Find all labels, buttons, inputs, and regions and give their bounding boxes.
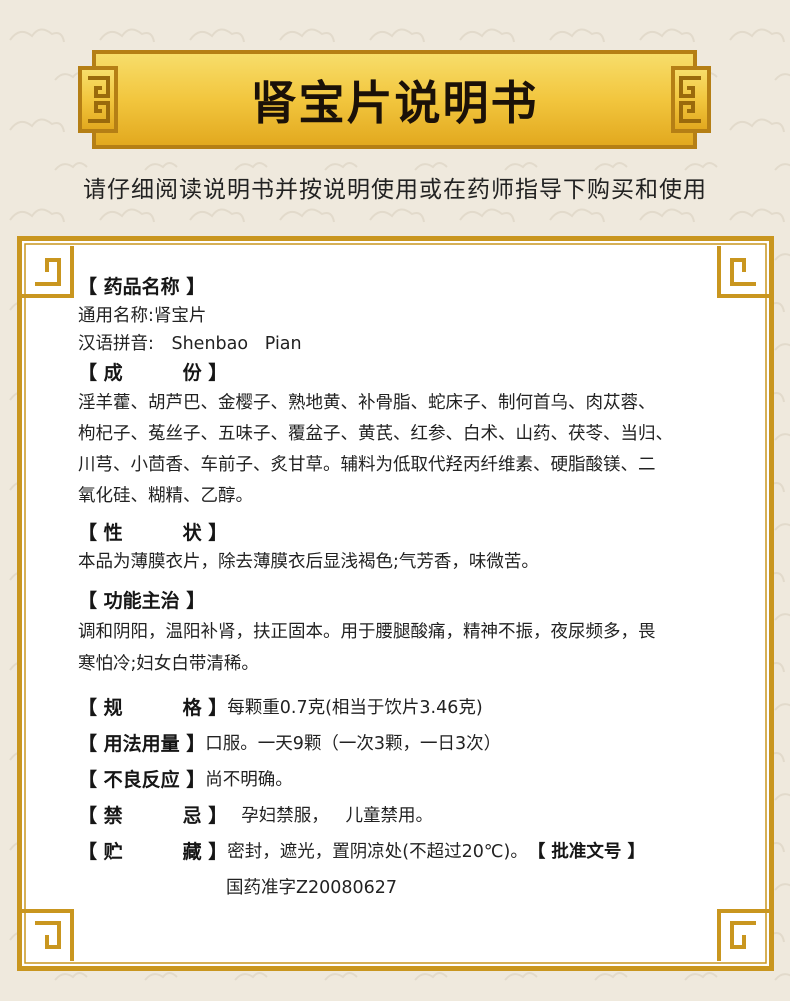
heading-char: 禁	[103, 805, 150, 827]
section-drug-name: 【 药品名称 】 通用名称:肾宝片 汉语拼音: Shenbao Pian	[78, 272, 758, 358]
heading-drug-name: 【 药品名称 】	[78, 276, 206, 298]
heading-char: 忌	[182, 805, 202, 827]
heading-contraindications: 【 禁 忌 】	[78, 801, 227, 831]
heading-indications: 【 功能主治 】	[78, 590, 206, 612]
heading-char: 成	[103, 362, 150, 384]
heading-dosage: 【 用法用量 】	[78, 733, 206, 755]
pinyin-value: Shenbao Pian	[171, 334, 302, 354]
heading-spec-label: 规 格	[104, 693, 202, 723]
section-character: 【 性 状 】 本品为薄膜衣片，除去薄膜衣后显浅褐色;气芳香，味微苦。	[78, 518, 758, 576]
bracket-close: 】	[201, 805, 228, 827]
bracket-close: 】	[201, 841, 228, 863]
heading-char: 状	[182, 522, 202, 544]
adverse-text: 尚不明确。	[205, 770, 293, 790]
heading-contra-label: 禁 忌	[104, 801, 202, 831]
spec-text: 每颗重0.7克(相当于饮片3.46克)	[227, 698, 483, 718]
bracket-close: 】	[201, 697, 228, 719]
heading-char: 藏	[182, 841, 202, 863]
section-indications: 【 功能主治 】 调和阴阳，温阳补肾，扶正固本。用于腰腿酸痛，精神不振，夜尿频多…	[78, 586, 758, 680]
heading-ingredients-label: 成 份	[104, 358, 202, 388]
bracket-open: 【	[78, 362, 104, 384]
storage-text: 密封，遮光，置阴凉处(不超过20℃)。	[227, 842, 528, 862]
section-adverse: 【 不良反应 】 尚不明确。	[78, 762, 758, 798]
character-text: 本品为薄膜衣片，除去薄膜衣后显浅褐色;气芳香，味微苦。	[78, 552, 539, 572]
heading-char: 份	[182, 362, 202, 384]
heading-char: 性	[103, 522, 150, 544]
heading-char: 规	[103, 697, 150, 719]
pinyin-label: 汉语拼音:	[78, 334, 154, 354]
pinyin-row: 汉语拼音: Shenbao Pian	[78, 330, 758, 358]
subtitle: 请仔细阅读说明书并按说明使用或在药师指导下购买和使用	[83, 177, 707, 203]
heading-char: 格	[182, 697, 202, 719]
dosage-text: 口服。一天9颗（一次3颗，一日3次）	[205, 734, 502, 754]
section-dosage: 【 用法用量 】 口服。一天9颗（一次3颗，一日3次）	[78, 726, 758, 762]
instructions-content: 【 药品名称 】 通用名称:肾宝片 汉语拼音: Shenbao Pian 【 成…	[78, 272, 758, 906]
heading-ingredients: 【 成 份 】	[78, 358, 758, 388]
bracket-open: 【	[78, 805, 104, 827]
common-name: 通用名称:肾宝片	[78, 306, 207, 326]
bracket-close: 】	[201, 522, 228, 544]
title-banner: 肾宝片说明书	[78, 48, 711, 151]
heading-storage-label: 贮 藏	[104, 837, 202, 867]
section-contraindications: 【 禁 忌 】 孕妇禁服， 儿童禁用。	[78, 798, 758, 834]
heading-approval: 【 批准文号 】	[527, 842, 646, 862]
approval-number: 国药准字Z20080627	[226, 878, 398, 898]
heading-character-label: 性 状	[104, 518, 202, 548]
bracket-close: 】	[201, 362, 228, 384]
heading-adverse: 【 不良反应 】	[78, 769, 206, 791]
indications-line: 寒怕冷;妇女白带清稀。	[78, 654, 259, 674]
bracket-open: 【	[78, 697, 104, 719]
section-storage: 【 贮 藏 】 密封，遮光，置阴凉处(不超过20℃)。 【 批准文号 】	[78, 834, 758, 870]
ingredients-line: 枸杞子、菟丝子、五味子、覆盆子、黄芪、红参、白术、山药、茯苓、当归、	[78, 424, 673, 444]
indications-line: 调和阴阳，温阳补肾，扶正固本。用于腰腿酸痛，精神不振，夜尿频多，畏	[78, 622, 656, 642]
page-title: 肾宝片说明书	[250, 75, 539, 130]
ingredients-line: 淫羊藿、胡芦巴、金樱子、熟地黄、补骨脂、蛇床子、制何首乌、肉苁蓉、	[78, 393, 656, 413]
contra-text: 孕妇禁服， 儿童禁用。	[241, 806, 433, 826]
bracket-open: 【	[78, 841, 104, 863]
section-ingredients: 【 成 份 】 淫羊藿、胡芦巴、金樱子、熟地黄、补骨脂、蛇床子、制何首乌、肉苁蓉…	[78, 358, 758, 512]
heading-spec: 【 规 格 】	[78, 693, 227, 723]
ingredients-line: 氧化硅、糊精、乙醇。	[78, 486, 253, 506]
section-spec: 【 规 格 】 每颗重0.7克(相当于饮片3.46克)	[78, 690, 758, 726]
heading-char: 贮	[103, 841, 150, 863]
heading-storage: 【 贮 藏 】	[78, 837, 227, 867]
ingredients-line: 川芎、小茴香、车前子、炙甘草。辅料为低取代羟丙纤维素、硬脂酸镁、二	[78, 455, 656, 475]
bracket-open: 【	[78, 522, 104, 544]
heading-character: 【 性 状 】	[78, 518, 758, 548]
